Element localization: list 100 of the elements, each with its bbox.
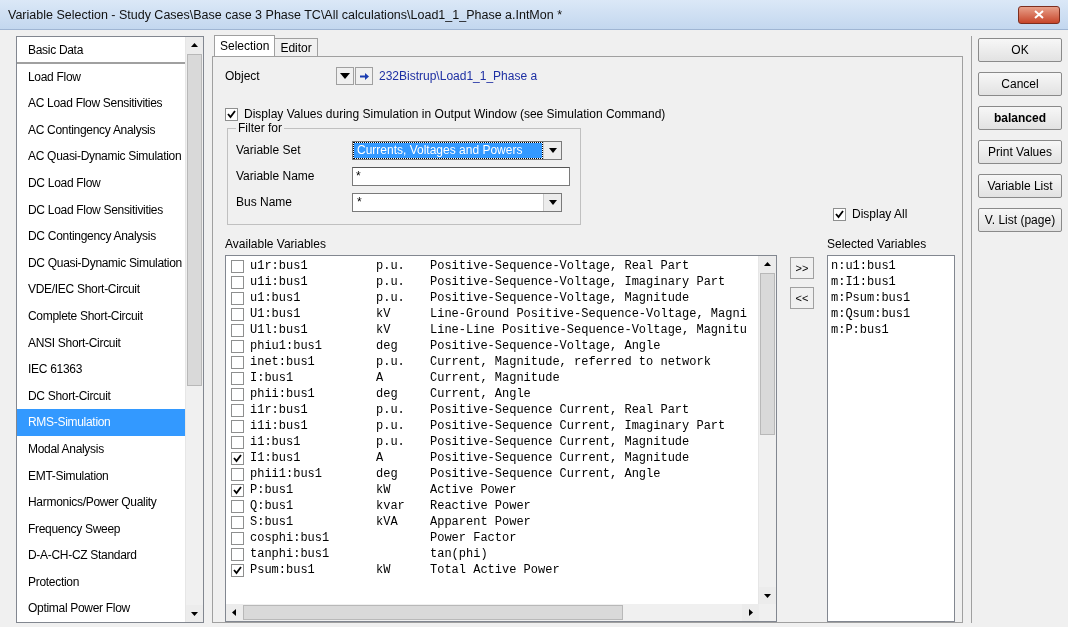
checkbox[interactable]: [231, 387, 244, 401]
variable-description: Power Factor: [430, 531, 517, 545]
field-label: Variable Set: [236, 143, 302, 157]
variable-description: Total Active Power: [430, 563, 560, 577]
variable-name: phiu1:bus1: [250, 339, 323, 353]
variable-name: i1:bus1: [250, 435, 302, 449]
variable-description: Active Power: [430, 483, 517, 497]
category-item[interactable]: DC Load Flow: [17, 169, 185, 197]
checkbox[interactable]: [231, 467, 244, 481]
category-item[interactable]: DC Short-Circuit: [17, 382, 185, 410]
variable-name: P:bus1: [250, 483, 295, 497]
close-button[interactable]: [1018, 5, 1060, 24]
scroll-left-icon[interactable]: [226, 604, 243, 621]
category-item[interactable]: AC Quasi-Dynamic Simulation: [17, 143, 185, 170]
checkbox[interactable]: [231, 435, 244, 449]
object-link[interactable]: 232Bistrup\Load1_1_Phase a: [379, 69, 538, 83]
variable-name: i1i:bus1: [250, 419, 309, 433]
checkbox[interactable]: [225, 107, 238, 121]
scroll-down-icon[interactable]: [186, 605, 203, 622]
category-item[interactable]: Complete Short-Circuit: [17, 302, 185, 330]
category-item[interactable]: IEC 61363: [17, 356, 185, 383]
checkbox[interactable]: [231, 259, 244, 273]
selected-variable[interactable]: m:I1:bus1: [831, 274, 896, 290]
category-item[interactable]: ANSI Short-Circuit: [17, 329, 185, 357]
variable-description: Current, Angle: [430, 387, 531, 401]
checkbox[interactable]: [231, 339, 244, 353]
category-item[interactable]: Optimal Power Flow: [17, 595, 185, 623]
category-item[interactable]: Harmonics/Power Quality: [17, 489, 185, 516]
variable-unit: p.u.: [376, 435, 405, 449]
arrow-icon: [359, 72, 369, 80]
variable-description: Apparent Power: [430, 515, 531, 529]
checkbox[interactable]: [231, 371, 244, 385]
checkbox[interactable]: [231, 275, 244, 289]
variable-description: Line-Ground Positive-Sequence-Voltage, Magni: [430, 307, 747, 321]
scroll-thumb[interactable]: [243, 605, 623, 620]
checkbox[interactable]: [231, 307, 244, 321]
variable-name: Q:bus1: [250, 499, 295, 513]
checkbox[interactable]: [231, 419, 244, 433]
checkbox[interactable]: [231, 403, 244, 417]
selected-variable[interactable]: m:P:bus1: [831, 322, 889, 338]
category-item[interactable]: Frequency Sweep: [17, 515, 185, 543]
scroll-thumb[interactable]: [187, 54, 202, 386]
field-label: Bus Name: [236, 195, 294, 209]
category-item[interactable]: Protection: [17, 568, 185, 596]
checkbox[interactable]: [231, 531, 244, 545]
category-item[interactable]: DC Load Flow Sensitivities: [17, 196, 185, 224]
variable-description: Current, Magnitude: [430, 371, 560, 385]
dialog-button[interactable]: Print Values: [978, 140, 1062, 164]
category-item[interactable]: Load Flow: [17, 63, 185, 91]
variable-description: Current, Magnitude, referred to network: [430, 355, 711, 369]
move-button[interactable]: <<: [790, 287, 814, 309]
checkbox[interactable]: [231, 355, 244, 369]
category-item[interactable]: AC Load Flow Sensitivities: [17, 90, 185, 117]
variable-name: tanphi:bus1: [250, 547, 331, 561]
dialog-button[interactable]: balanced: [978, 106, 1062, 130]
scrollbar[interactable]: [185, 37, 203, 622]
dialog-button[interactable]: V. List (page): [978, 208, 1062, 232]
jump-button[interactable]: [355, 67, 373, 85]
dropdown-field[interactable]: *: [352, 192, 562, 212]
selected-variable[interactable]: m:Qsum:bus1: [831, 306, 911, 322]
scroll-up-icon[interactable]: [759, 256, 776, 273]
window-title: Variable Selection - Study Cases\Base case 3 Phase TC\All calculations\Load1_1_Phase a.IntMon *: [8, 7, 564, 22]
category-item[interactable]: Modal Analysis: [17, 435, 185, 463]
move-button[interactable]: >>: [790, 257, 814, 279]
checkbox[interactable]: [231, 483, 244, 497]
scrollbar[interactable]: [758, 256, 776, 604]
selected-variable[interactable]: n:u1:bus1: [831, 258, 896, 274]
category-item[interactable]: AC Contingency Analysis: [17, 116, 185, 144]
checkbox[interactable]: [231, 323, 244, 337]
selected-variable[interactable]: m:Psum:bus1: [831, 290, 911, 306]
checkbox[interactable]: [231, 547, 244, 561]
dialog-button[interactable]: Cancel: [978, 72, 1062, 96]
category-item[interactable]: DC Contingency Analysis: [17, 223, 185, 250]
scroll-right-icon[interactable]: [742, 604, 759, 621]
scroll-down-icon[interactable]: [759, 587, 776, 604]
category-item[interactable]: EMT-Simulation: [17, 462, 185, 490]
checkbox[interactable]: [231, 451, 244, 465]
checkbox[interactable]: [231, 515, 244, 529]
dropdown-button[interactable]: [336, 67, 354, 85]
tab[interactable]: Selection: [214, 35, 276, 56]
checkbox[interactable]: [833, 207, 846, 221]
category-item[interactable]: VDE/IEC Short-Circuit: [17, 276, 185, 303]
variable-name: inet:bus1: [250, 355, 316, 369]
checkbox-label: Display All: [852, 207, 908, 221]
input-field[interactable]: *: [352, 166, 570, 186]
field-label: Variable Name: [236, 169, 316, 183]
scroll-up-icon[interactable]: [186, 37, 203, 54]
scroll-thumb[interactable]: [760, 273, 775, 435]
variable-name: i1r:bus1: [250, 403, 309, 417]
dialog-button[interactable]: OK: [978, 38, 1062, 62]
checkbox[interactable]: [231, 563, 244, 577]
category-item[interactable]: D-A-CH-CZ Standard: [17, 542, 185, 569]
variable-description: Positive-Sequence Current, Real Part: [430, 403, 690, 417]
checkbox[interactable]: [231, 291, 244, 305]
tab[interactable]: Editor: [274, 38, 318, 56]
close-icon: [1034, 10, 1044, 19]
category-item[interactable]: DC Quasi-Dynamic Simulation: [17, 249, 185, 277]
dialog-button[interactable]: Variable List: [978, 174, 1062, 198]
checkbox[interactable]: [231, 499, 244, 513]
variable-name: phii:bus1: [250, 387, 316, 401]
